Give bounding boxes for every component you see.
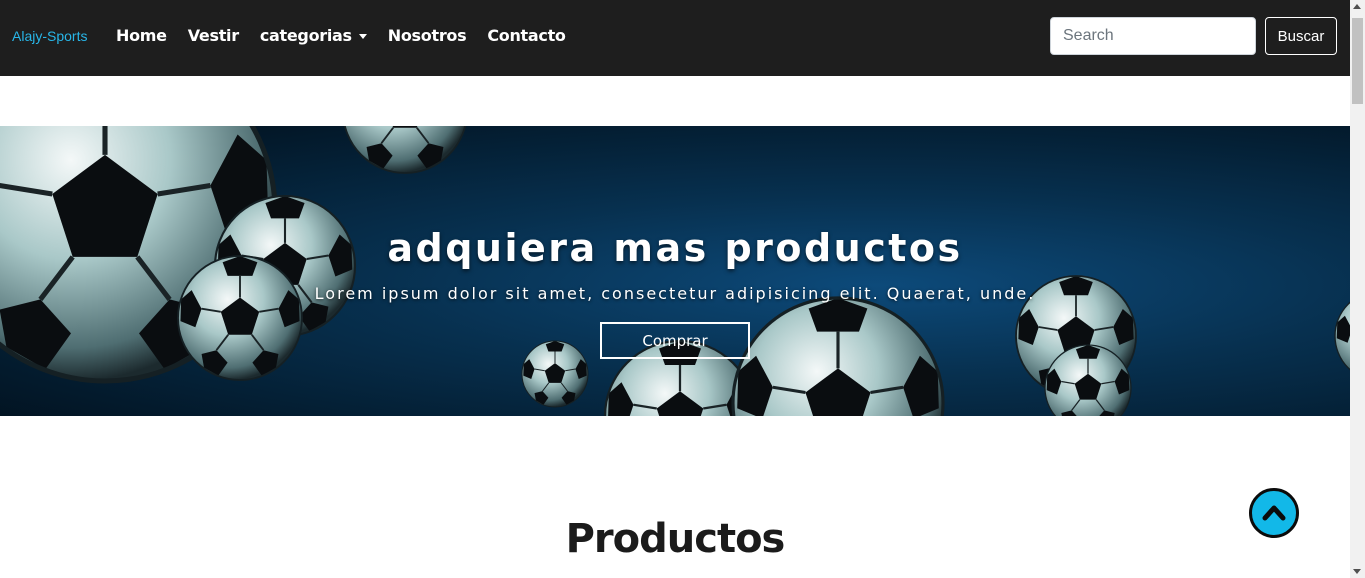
- nav-link-contacto[interactable]: Contacto: [487, 26, 566, 45]
- nav-links: Home Vestir categorias Nosotros Contacto: [116, 26, 587, 45]
- back-to-top-button[interactable]: [1249, 488, 1299, 538]
- caret-down-icon: [358, 34, 367, 39]
- hero-title: adquiera mas productos: [387, 226, 963, 270]
- brand-link[interactable]: Alajy-Sports: [12, 28, 87, 44]
- nav-dropdown-label: categorias: [259, 26, 352, 45]
- scrollbar-thumb[interactable]: [1352, 18, 1363, 104]
- scroll-up-arrow-icon[interactable]: [1353, 4, 1361, 9]
- products-heading: Productos: [565, 516, 786, 562]
- chevron-up-icon: [1262, 505, 1286, 521]
- navbar: Alajy-Sports Home Vestir categorias Noso…: [0, 0, 1350, 76]
- search-input[interactable]: [1050, 17, 1256, 55]
- nav-link-vestir[interactable]: Vestir: [188, 26, 239, 45]
- scroll-down-arrow-icon[interactable]: [1353, 569, 1361, 574]
- comprar-button[interactable]: Comprar: [600, 322, 750, 359]
- search-button[interactable]: Buscar: [1265, 17, 1337, 55]
- nav-dropdown-categorias[interactable]: categorias: [260, 26, 367, 45]
- nav-link-home[interactable]: Home: [116, 26, 167, 45]
- nav-link-nosotros[interactable]: Nosotros: [388, 26, 467, 45]
- hero-subtitle: Lorem ipsum dolor sit amet, consectetur …: [314, 284, 1036, 303]
- soccer-balls-background: [0, 126, 1350, 416]
- hero-banner: adquiera mas productos Lorem ipsum dolor…: [0, 126, 1350, 416]
